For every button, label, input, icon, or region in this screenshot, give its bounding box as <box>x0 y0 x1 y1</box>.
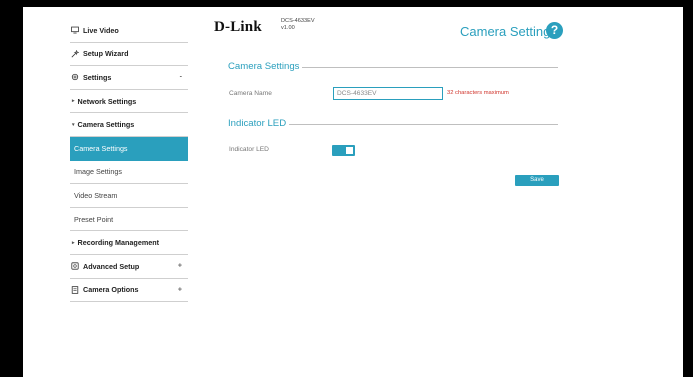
sidebar-item-label: Preset Point <box>74 214 114 224</box>
sidebar-item-label: Live Video <box>83 25 119 35</box>
sidebar-item-label: Image Settings <box>74 167 122 177</box>
toggle-knob <box>346 147 353 154</box>
sidebar-item-label: Camera Settings <box>77 120 135 130</box>
sidebar-item-label: Network Settings <box>77 96 137 106</box>
page-title: Camera Settings <box>460 24 557 39</box>
sidebar-item-camera-settings[interactable]: Camera Settings <box>70 136 188 161</box>
sidebar-item-video-stream[interactable]: Video Stream <box>70 184 188 208</box>
expand-indicator: + <box>177 286 182 294</box>
frame-right-border <box>683 0 693 377</box>
sidebar-item-recording-management[interactable]: ▸ Recording Management <box>70 231 188 255</box>
dlink-logo: D-Link <box>214 19 262 35</box>
model-info: DCS-4633EV v1.00 <box>281 18 315 32</box>
sidebar-item-setup-wizard[interactable]: Setup Wizard <box>70 43 188 67</box>
sidebar-item-label: Settings <box>83 72 112 82</box>
sidebar-item-label: Recording Management <box>77 238 159 248</box>
frame-left-border <box>0 0 23 377</box>
collapse-indicator: - <box>179 73 182 81</box>
sidebar-item-network-settings[interactable]: ▸ Network Settings <box>70 90 188 114</box>
frame-top-border <box>0 0 693 7</box>
section-title-camera-settings: Camera Settings <box>228 61 303 72</box>
monitor-icon <box>70 26 79 35</box>
bullet-icon: ▸ <box>72 98 75 105</box>
bullet-icon: ▾ <box>72 121 75 128</box>
sidebar-nav: Live Video Setup Wizard Settings - ▸ Net… <box>70 19 188 303</box>
sidebar-item-label: Setup Wizard <box>83 49 129 59</box>
indicator-led-toggle[interactable] <box>332 145 355 156</box>
sidebar-item-label: Camera Options <box>83 285 139 295</box>
sidebar-item-preset-point[interactable]: Preset Point <box>70 208 188 232</box>
settings-advanced-icon <box>70 262 79 271</box>
sidebar-item-label: Camera Settings <box>74 143 128 153</box>
sidebar-item-live-video[interactable]: Live Video <box>70 19 188 43</box>
firmware-version: v1.00 <box>281 25 295 31</box>
indicator-led-label: Indicator LED <box>229 146 269 153</box>
sidebar-item-camera-settings-group[interactable]: ▾ Camera Settings <box>70 113 188 137</box>
model-name: DCS-4633EV <box>281 18 315 24</box>
bullet-icon: ▸ <box>72 239 75 246</box>
sidebar-item-camera-options[interactable]: Camera Options + <box>70 279 188 303</box>
sidebar-item-advanced-setup[interactable]: Advanced Setup + <box>70 255 188 279</box>
expand-indicator: + <box>177 262 182 270</box>
sidebar-item-label: Advanced Setup <box>83 261 140 271</box>
wand-icon <box>70 49 79 58</box>
camera-name-input[interactable] <box>333 87 443 100</box>
camera-name-label: Camera Name <box>229 90 272 97</box>
sidebar-item-label: Video Stream <box>74 190 118 200</box>
save-button[interactable]: Save <box>515 175 559 186</box>
camera-name-hint: 32 characters maximum <box>447 90 509 96</box>
gear-icon <box>70 73 79 82</box>
help-icon[interactable]: ? <box>546 22 563 39</box>
document-icon <box>70 285 79 294</box>
sidebar-item-settings[interactable]: Settings - <box>70 66 188 90</box>
section-title-indicator-led: Indicator LED <box>228 118 290 129</box>
sidebar-item-image-settings[interactable]: Image Settings <box>70 161 188 185</box>
